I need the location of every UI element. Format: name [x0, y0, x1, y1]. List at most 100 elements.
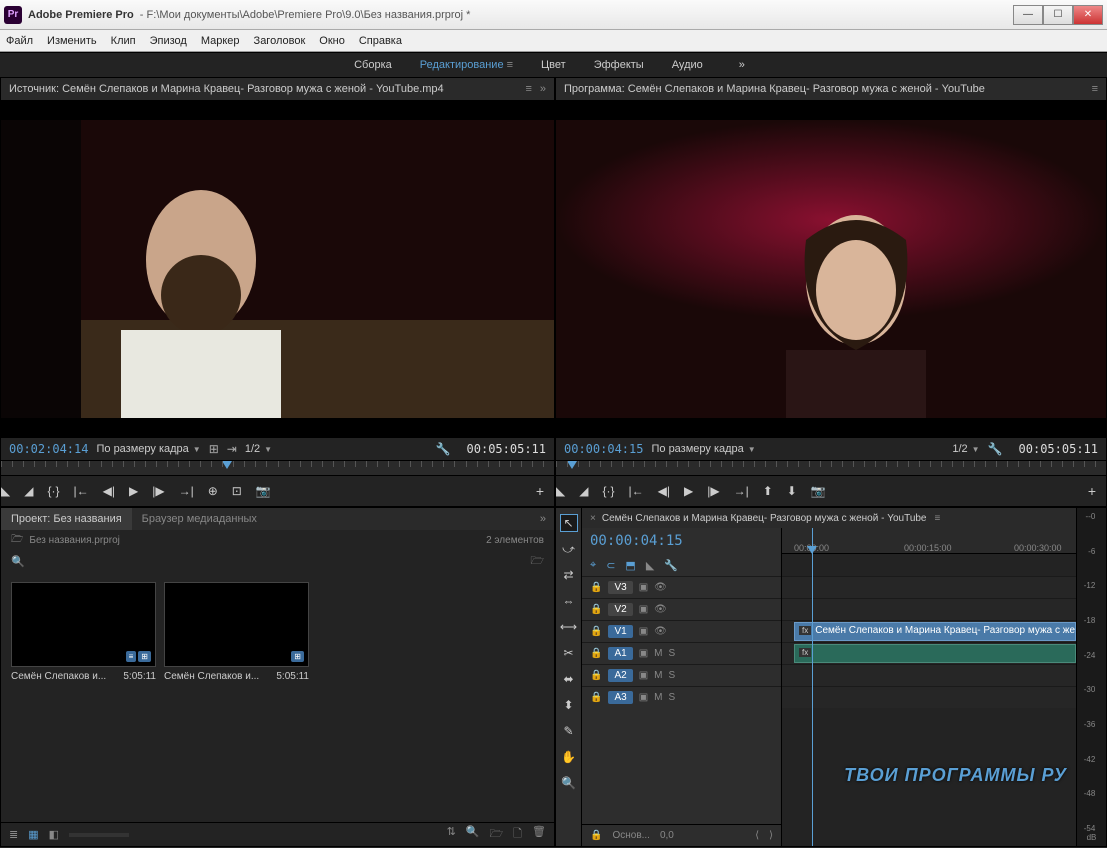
source-video-view[interactable] [1, 100, 554, 438]
mark-clip-icon[interactable]: {·} [47, 484, 59, 498]
list-view-icon[interactable]: ≣ [9, 828, 18, 841]
extract-icon[interactable]: ⬇ [787, 484, 797, 498]
menu-Изменить[interactable]: Изменить [47, 35, 97, 47]
play-icon[interactable]: ▶ [684, 484, 693, 498]
track-toggle[interactable]: S [668, 648, 675, 659]
chevron-icon[interactable]: ⟨ [755, 830, 759, 841]
lift-icon[interactable]: ⬆ [763, 484, 773, 498]
add-marker-icon[interactable]: ⬒ [625, 559, 635, 572]
new-item-icon[interactable]: 🗋 [513, 825, 522, 844]
minimize-button[interactable]: — [1013, 5, 1043, 25]
hand-tool[interactable]: ✋ [560, 748, 578, 766]
mark-in-icon[interactable]: ◣ [556, 484, 565, 498]
zoom-slider[interactable] [69, 833, 129, 837]
source-playhead[interactable] [222, 461, 232, 469]
track-toggle[interactable]: M [654, 692, 662, 703]
timeline-track-A2[interactable] [782, 664, 1076, 686]
tab-media-browser[interactable]: Браузер медиаданных [132, 508, 267, 530]
program-timecode[interactable]: 00:00:04:15 [564, 442, 643, 456]
menu-Окно[interactable]: Окно [319, 35, 345, 47]
track-name[interactable]: A3 [608, 691, 632, 704]
sort-icon[interactable]: ⇅ [447, 825, 456, 844]
timeline-track-A1[interactable]: fx [782, 642, 1076, 664]
panel-menu-icon[interactable]: ≡ [1092, 83, 1098, 95]
timeline-clip[interactable]: fxСемён Слепаков и Марина Кравец- Разгов… [794, 622, 1076, 641]
pen-tool[interactable]: ✎ [560, 722, 578, 740]
step-fwd-icon[interactable]: |▶ [152, 484, 164, 498]
lock-icon[interactable]: 🔒 [590, 648, 602, 659]
panel-more-icon[interactable]: » [540, 83, 546, 95]
workspace-tab-2[interactable]: Цвет [541, 59, 566, 71]
program-ratio-dropdown[interactable]: 1/2▼ [952, 443, 979, 455]
lock-icon[interactable]: 🔒 [590, 670, 602, 681]
chevron-icon[interactable]: ⟩ [769, 830, 773, 841]
timeline-tab[interactable]: × Семён Слепаков и Марина Кравец- Разгов… [582, 508, 1076, 528]
source-fit-dropdown[interactable]: По размеру кадра▼ [96, 443, 200, 455]
mark-out-icon[interactable]: ◢ [579, 484, 588, 498]
play-icon[interactable]: ▶ [129, 484, 138, 498]
new-bin-icon[interactable]: 🗁 [490, 825, 504, 844]
track-toggle[interactable]: 👁 [654, 582, 667, 593]
track-name[interactable]: V3 [608, 581, 632, 594]
bin-icon[interactable]: 🗁 [530, 552, 544, 571]
timeline-ruler[interactable]: 00:00:0000:00:15:0000:00:30:0000:00:45:0… [782, 528, 1076, 554]
timeline-settings-icon[interactable]: ◣ [646, 559, 654, 572]
workspace-tab-0[interactable]: Сборка [354, 59, 392, 71]
workspace-more-icon[interactable]: » [731, 59, 753, 71]
linked-selection-icon[interactable]: ⊂ [606, 559, 615, 572]
bin-item[interactable]: ⊞Семён Слепаков и...5:05:11 [164, 582, 309, 812]
zoom-tool[interactable]: 🔍 [560, 774, 578, 792]
overwrite-icon[interactable]: ⊡ [232, 484, 242, 498]
track-name[interactable]: A2 [608, 669, 632, 682]
track-toggle[interactable]: 👁 [654, 604, 667, 615]
timeline-track-V3[interactable] [782, 576, 1076, 598]
insert-icon[interactable]: ⊕ [208, 484, 218, 498]
workspace-tab-3[interactable]: Эффекты [594, 59, 644, 71]
workspace-tab-4[interactable]: Аудио [672, 59, 703, 71]
wrench-icon[interactable]: 🔧 [664, 559, 678, 572]
menu-Заголовок[interactable]: Заголовок [254, 35, 306, 47]
timeline-clip[interactable]: fx [794, 644, 1076, 663]
delete-icon[interactable]: 🗑 [532, 825, 546, 844]
program-ruler[interactable] [556, 460, 1106, 476]
step-fwd-icon[interactable]: |▶ [707, 484, 719, 498]
panel-menu-icon[interactable]: ≡ [935, 513, 941, 524]
track-select-tool[interactable]: ⤻ [560, 540, 578, 558]
tab-project[interactable]: Проект: Без названия [1, 508, 132, 530]
program-fit-dropdown[interactable]: По размеру кадра▼ [651, 443, 755, 455]
selection-tool[interactable]: ↖ [560, 514, 578, 532]
panel-more-icon[interactable]: » [532, 513, 554, 525]
menu-Эпизод[interactable]: Эпизод [150, 35, 187, 47]
track-name[interactable]: V1 [608, 625, 632, 638]
source-ratio-dropdown[interactable]: 1/2▼ [245, 443, 272, 455]
ripple-edit-tool[interactable]: ⇄ [560, 566, 578, 584]
go-out-icon[interactable]: →| [734, 484, 749, 498]
settings-icon[interactable]: ⊞ [209, 442, 219, 456]
go-out-icon[interactable]: →| [179, 484, 194, 498]
menu-Файл[interactable]: Файл [6, 35, 33, 47]
program-video-view[interactable] [556, 100, 1106, 438]
close-button[interactable]: ✕ [1073, 5, 1103, 25]
menu-Клип[interactable]: Клип [111, 35, 136, 47]
freeform-view-icon[interactable]: ◧ [49, 828, 59, 841]
lock-icon[interactable]: 🔒 [590, 582, 602, 593]
workspace-tab-1[interactable]: Редактирование ≡ [420, 59, 513, 71]
find-icon[interactable]: 🔍 [466, 825, 480, 844]
track-toggle[interactable]: ▣ [639, 582, 648, 593]
menu-Маркер[interactable]: Маркер [201, 35, 240, 47]
timeline-content[interactable]: 00:00:0000:00:15:0000:00:30:0000:00:45:0… [782, 528, 1076, 846]
panel-menu-icon[interactable]: ≡ [525, 83, 531, 95]
track-toggle[interactable]: 👁 [654, 626, 667, 637]
track-name[interactable]: V2 [608, 603, 632, 616]
rolling-edit-tool[interactable]: ⇔ [560, 592, 578, 610]
track-toggle[interactable]: ▣ [639, 626, 648, 637]
bin-item[interactable]: ≡⊞Семён Слепаков и...5:05:11 [11, 582, 156, 812]
timeline-track-V1[interactable]: fxСемён Слепаков и Марина Кравец- Разгов… [782, 620, 1076, 642]
export-frame-icon[interactable]: 📷 [811, 484, 826, 498]
maximize-button[interactable]: ☐ [1043, 5, 1073, 25]
lock-icon[interactable]: 🔒 [590, 626, 602, 637]
mark-in-icon[interactable]: ◣ [1, 484, 10, 498]
wrench-icon[interactable]: 🔧 [988, 442, 1003, 456]
trim-icon[interactable]: ⇥ [227, 442, 237, 456]
track-name[interactable]: A1 [608, 647, 632, 660]
